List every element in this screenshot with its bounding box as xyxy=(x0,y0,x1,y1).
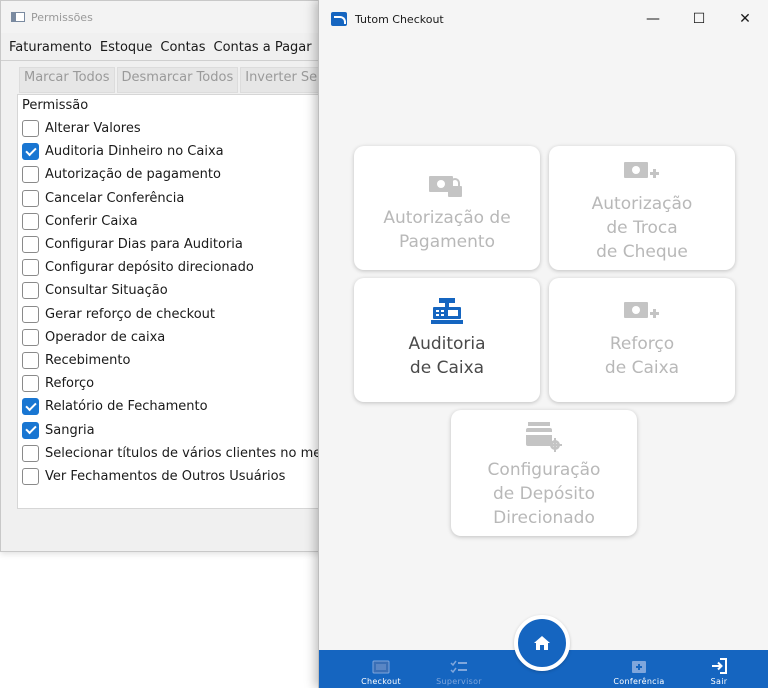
cash-plus-icon xyxy=(624,302,659,318)
permissions-title: Permissões xyxy=(31,10,93,24)
nav-sair-label: Sair xyxy=(710,677,728,686)
nav-supervisor[interactable]: Supervisor xyxy=(429,660,489,686)
permission-checkbox[interactable] xyxy=(22,421,39,439)
mark-all-button[interactable]: Marcar Todos xyxy=(19,67,115,93)
nav-checkout-label: Checkout xyxy=(361,677,401,686)
permission-checkbox[interactable] xyxy=(22,259,39,277)
checkout-titlebar: Tutom Checkout — ☐ ✕ xyxy=(319,0,768,38)
permission-row[interactable]: Consultar Situação xyxy=(18,279,340,302)
permission-row[interactable]: Operador de caixa xyxy=(18,326,340,349)
permission-label: Relatório de Fechamento xyxy=(45,399,208,415)
permission-checkbox[interactable] xyxy=(22,444,39,462)
permission-label: Configurar Dias para Auditoria xyxy=(45,237,243,253)
permission-row[interactable]: Ver Fechamentos de Outros Usuários xyxy=(18,465,340,488)
nav-sair[interactable]: Sair xyxy=(689,658,749,686)
tile-autorizacao-troca-cheque-label: Autorização de Troca de Cheque xyxy=(591,194,693,262)
window-icon xyxy=(11,12,25,22)
permission-row[interactable]: Gerar reforço de checkout xyxy=(18,303,340,326)
permission-label: Cancelar Conferência xyxy=(45,190,185,206)
exit-icon xyxy=(712,658,727,674)
permission-row[interactable]: Configurar depósito direcionado xyxy=(18,256,340,279)
checklist-icon xyxy=(450,660,467,674)
permission-row[interactable]: Selecionar títulos de vários clientes no… xyxy=(18,442,340,465)
permission-row[interactable]: Auditoria Dinheiro no Caixa xyxy=(18,140,340,163)
card-gear-icon xyxy=(526,422,562,452)
permission-label: Selecionar títulos de vários clientes no… xyxy=(45,445,341,461)
permission-row[interactable]: Autorização de pagamento xyxy=(18,163,340,186)
checkout-title: Tutom Checkout xyxy=(355,12,444,26)
tile-autorizacao-pagamento[interactable]: Autorização de Pagamento xyxy=(354,146,540,270)
unmark-all-button[interactable]: Desmarcar Todos xyxy=(116,67,239,93)
permission-checkbox[interactable] xyxy=(22,351,39,369)
permission-label: Operador de caixa xyxy=(45,329,166,345)
permission-label: Configurar depósito direcionado xyxy=(45,260,254,276)
permission-row[interactable]: Alterar Valores xyxy=(18,117,340,140)
permission-checkbox[interactable] xyxy=(22,305,39,323)
permission-checkbox[interactable] xyxy=(22,143,39,161)
tile-configuracao-deposito[interactable]: Configuração de Depósito Direcionado xyxy=(451,410,637,536)
permission-checkbox[interactable] xyxy=(22,236,39,254)
tutom-logo-icon xyxy=(331,12,347,26)
cash-register-icon xyxy=(431,298,463,324)
close-button[interactable]: ✕ xyxy=(722,0,768,38)
permission-row[interactable]: Sangria xyxy=(18,418,340,441)
permission-row[interactable]: Recebimento xyxy=(18,349,340,372)
cash-icon xyxy=(372,660,390,674)
home-icon xyxy=(534,636,550,650)
permissions-window: Permissões Faturamento Estoque Contas Co… xyxy=(0,0,341,552)
checkout-window: Tutom Checkout — ☐ ✕ Autorização de Paga… xyxy=(318,0,768,688)
nav-supervisor-label: Supervisor xyxy=(436,677,482,686)
permissions-titlebar: Permissões xyxy=(1,1,339,33)
tile-autorizacao-pagamento-label: Autorização de Pagamento xyxy=(383,208,511,252)
tab-contas-a-pagar[interactable]: Contas a Pagar xyxy=(210,40,316,60)
permission-row[interactable]: Cancelar Conferência xyxy=(18,187,340,210)
permission-row[interactable]: Relatório de Fechamento xyxy=(18,395,340,418)
cash-lock-icon xyxy=(429,176,462,197)
permission-label: Sangria xyxy=(45,422,95,438)
tile-auditoria-caixa-label: Auditoria de Caixa xyxy=(408,334,486,378)
tile-reforco-caixa[interactable]: Reforço de Caixa xyxy=(549,278,735,402)
permission-row[interactable]: Configurar Dias para Auditoria xyxy=(18,233,340,256)
permission-checkbox[interactable] xyxy=(22,212,39,230)
permission-row[interactable]: Conferir Caixa xyxy=(18,210,340,233)
permissions-list-header: Permissão xyxy=(22,98,89,113)
permission-label: Ver Fechamentos de Outros Usuários xyxy=(45,468,286,484)
permission-label: Auditoria Dinheiro no Caixa xyxy=(45,144,224,160)
permission-label: Alterar Valores xyxy=(45,121,141,137)
cash-plus-icon xyxy=(624,162,659,178)
maximize-button[interactable]: ☐ xyxy=(676,0,722,38)
permission-checkbox[interactable] xyxy=(22,328,39,346)
tab-contas[interactable]: Contas xyxy=(156,40,209,60)
tab-faturamento[interactable]: Faturamento xyxy=(5,40,96,60)
tile-reforco-caixa-label: Reforço de Caixa xyxy=(604,334,680,378)
home-button[interactable] xyxy=(514,615,570,671)
tile-autorizacao-troca-cheque[interactable]: Autorização de Troca de Cheque xyxy=(549,146,735,270)
permission-checkbox[interactable] xyxy=(22,467,39,485)
permission-label: Conferir Caixa xyxy=(45,213,138,229)
permission-label: Autorização de pagamento xyxy=(45,167,221,183)
nav-checkout[interactable]: Checkout xyxy=(351,660,411,686)
permissions-tabs: Faturamento Estoque Contas Contas a Paga… xyxy=(1,33,339,61)
nav-conferencia-label: Conferência xyxy=(613,677,665,686)
tile-auditoria-caixa[interactable]: Auditoria de Caixa xyxy=(354,278,540,402)
permission-checkbox[interactable] xyxy=(22,120,39,138)
permission-checkbox[interactable] xyxy=(22,375,39,393)
permissions-toolbar: Marcar Todos Desmarcar Todos Inverter Se… xyxy=(19,67,339,93)
tab-estoque[interactable]: Estoque xyxy=(96,40,157,60)
permission-label: Reforço xyxy=(45,376,95,392)
permission-checkbox[interactable] xyxy=(22,282,39,300)
tile-configuracao-deposito-label: Configuração de Depósito Direcionado xyxy=(487,460,601,528)
permissions-list: Permissão Alterar Valores Auditoria Dinhe… xyxy=(17,94,341,509)
minimize-button[interactable]: — xyxy=(630,0,676,38)
permission-label: Recebimento xyxy=(45,352,131,368)
permission-label: Consultar Situação xyxy=(45,283,168,299)
permission-label: Gerar reforço de checkout xyxy=(45,306,216,322)
cash-check-icon xyxy=(632,661,646,673)
nav-conferencia[interactable]: Conferência xyxy=(609,660,669,686)
permission-checkbox[interactable] xyxy=(22,189,39,207)
permission-checkbox[interactable] xyxy=(22,166,39,184)
permission-checkbox[interactable] xyxy=(22,398,39,416)
permission-row[interactable]: Reforço xyxy=(18,372,340,395)
